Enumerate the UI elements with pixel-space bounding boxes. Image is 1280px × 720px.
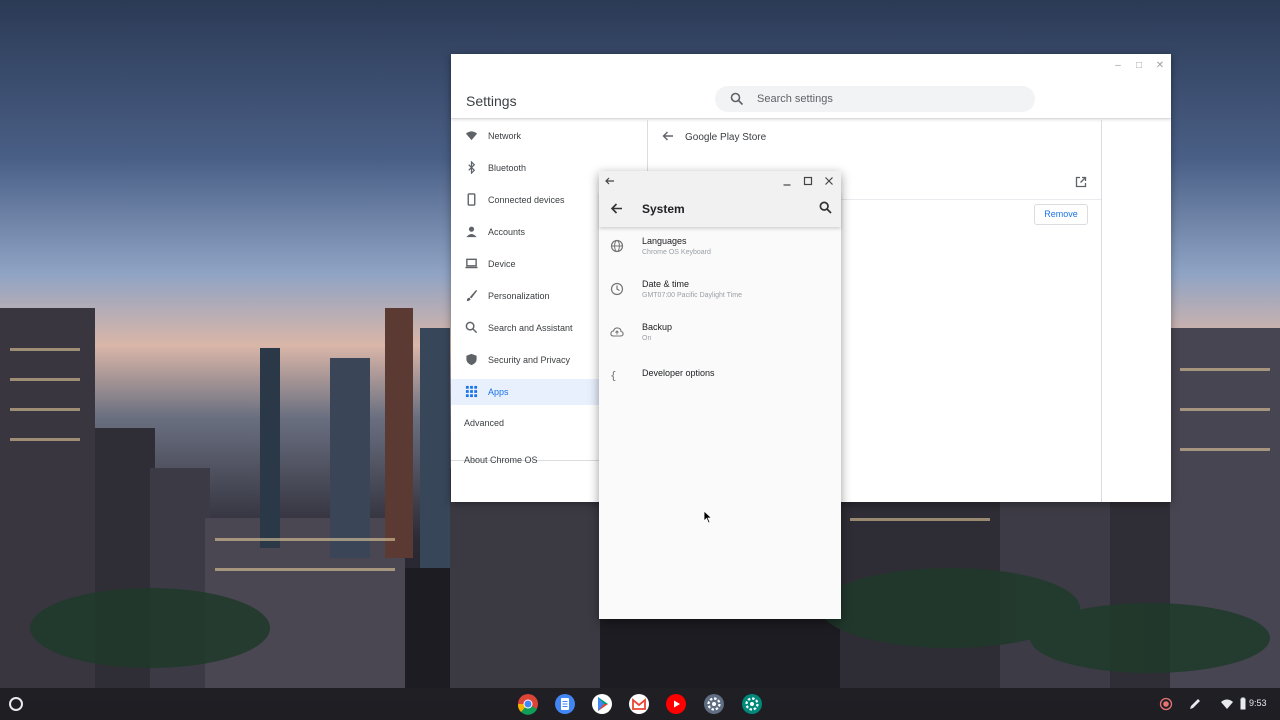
maximize-icon[interactable]: □ [1132, 60, 1146, 71]
sidebar-item-label: Accounts [488, 227, 526, 237]
list-item-subtitle: On [642, 335, 652, 342]
screen-record-icon[interactable] [1159, 697, 1173, 711]
wifi-icon [465, 131, 478, 141]
settings-icon[interactable] [703, 693, 725, 715]
laptop-icon [465, 258, 478, 269]
list-item-title: Languages [642, 236, 687, 246]
settings-header: Settings Search settings – □ ✕ [451, 54, 1171, 119]
android-settings-icon[interactable] [741, 693, 763, 715]
maximize-icon[interactable] [802, 175, 814, 187]
clock-time[interactable]: 9:53 [1249, 698, 1267, 708]
sidebar-item-label: Apps [488, 387, 509, 397]
list-item-languages[interactable]: Languages Chrome OS Keyboard [599, 227, 841, 269]
bluetooth-icon [468, 161, 476, 174]
battery-icon[interactable] [1236, 697, 1250, 711]
apps-grid-icon [465, 385, 478, 398]
search-icon[interactable] [819, 201, 832, 214]
youtube-icon[interactable] [665, 693, 687, 715]
settings-search-field[interactable]: Search settings [715, 86, 1035, 112]
search-placeholder: Search settings [757, 93, 833, 105]
shield-icon [466, 353, 477, 366]
sidebar-item-network[interactable]: Network [451, 123, 647, 149]
shelf: 9:53 [0, 688, 1280, 720]
wifi-icon[interactable] [1220, 697, 1234, 711]
sidebar-item-label: Connected devices [488, 195, 565, 205]
person-icon [466, 226, 477, 238]
braces-icon: { } [610, 369, 624, 382]
about-label: About Chrome OS [464, 455, 538, 465]
launcher-icon[interactable] [9, 697, 23, 711]
page-title: Google Play Store [685, 132, 767, 143]
docs-icon[interactable] [554, 693, 576, 715]
back-arrow-icon[interactable] [604, 175, 616, 187]
chrome-icon[interactable] [517, 693, 539, 715]
brush-icon [466, 289, 478, 302]
android-page-title: System [642, 202, 685, 216]
open-external-icon[interactable] [1075, 176, 1087, 188]
close-icon[interactable]: ✕ [1153, 60, 1167, 71]
list-item-subtitle: GMT07:00 Pacific Daylight Time [642, 292, 742, 299]
settings-title: Settings [466, 93, 517, 109]
mouse-cursor-icon [703, 510, 713, 524]
list-item-date-time[interactable]: Date & time GMT07:00 Pacific Daylight Ti… [599, 270, 841, 312]
list-item-title: Developer options [642, 368, 715, 378]
sidebar-item-label: Personalization [488, 291, 550, 301]
stylus-icon[interactable] [1188, 697, 1202, 711]
minimize-icon[interactable]: – [1111, 60, 1125, 71]
sidebar-item-label: Bluetooth [488, 163, 527, 173]
list-item-backup[interactable]: Backup On [599, 313, 841, 355]
android-system-window: System Languages Chrome OS Keyboard Date… [599, 171, 841, 619]
cloud-backup-icon [610, 327, 624, 337]
list-item-subtitle: Chrome OS Keyboard [642, 249, 711, 256]
back-arrow-icon[interactable] [662, 130, 674, 142]
android-window-caption [599, 171, 841, 191]
svg-text:{ }: { } [610, 369, 624, 382]
sidebar-item-label: Network [488, 131, 522, 141]
sidebar-item-label: Security and Privacy [488, 355, 571, 365]
close-icon[interactable] [823, 175, 835, 187]
list-item-title: Backup [642, 322, 673, 332]
phone-icon [467, 193, 476, 206]
list-item-title: Date & time [642, 279, 690, 289]
clock-icon [610, 282, 624, 296]
sidebar-item-label: Device [488, 259, 516, 269]
advanced-label: Advanced [464, 418, 505, 428]
minimize-icon[interactable] [781, 175, 793, 187]
search-icon [730, 92, 744, 106]
search-icon [465, 321, 478, 334]
gmail-icon[interactable] [628, 693, 650, 715]
sidebar-item-label: Search and Assistant [488, 323, 573, 333]
back-arrow-icon[interactable] [610, 202, 623, 215]
android-toolbar: System [599, 191, 841, 227]
play-store-icon[interactable] [591, 693, 613, 715]
globe-icon [610, 239, 624, 253]
list-item-developer-options[interactable]: { } Developer options [599, 356, 841, 398]
remove-button[interactable]: Remove [1034, 204, 1088, 225]
